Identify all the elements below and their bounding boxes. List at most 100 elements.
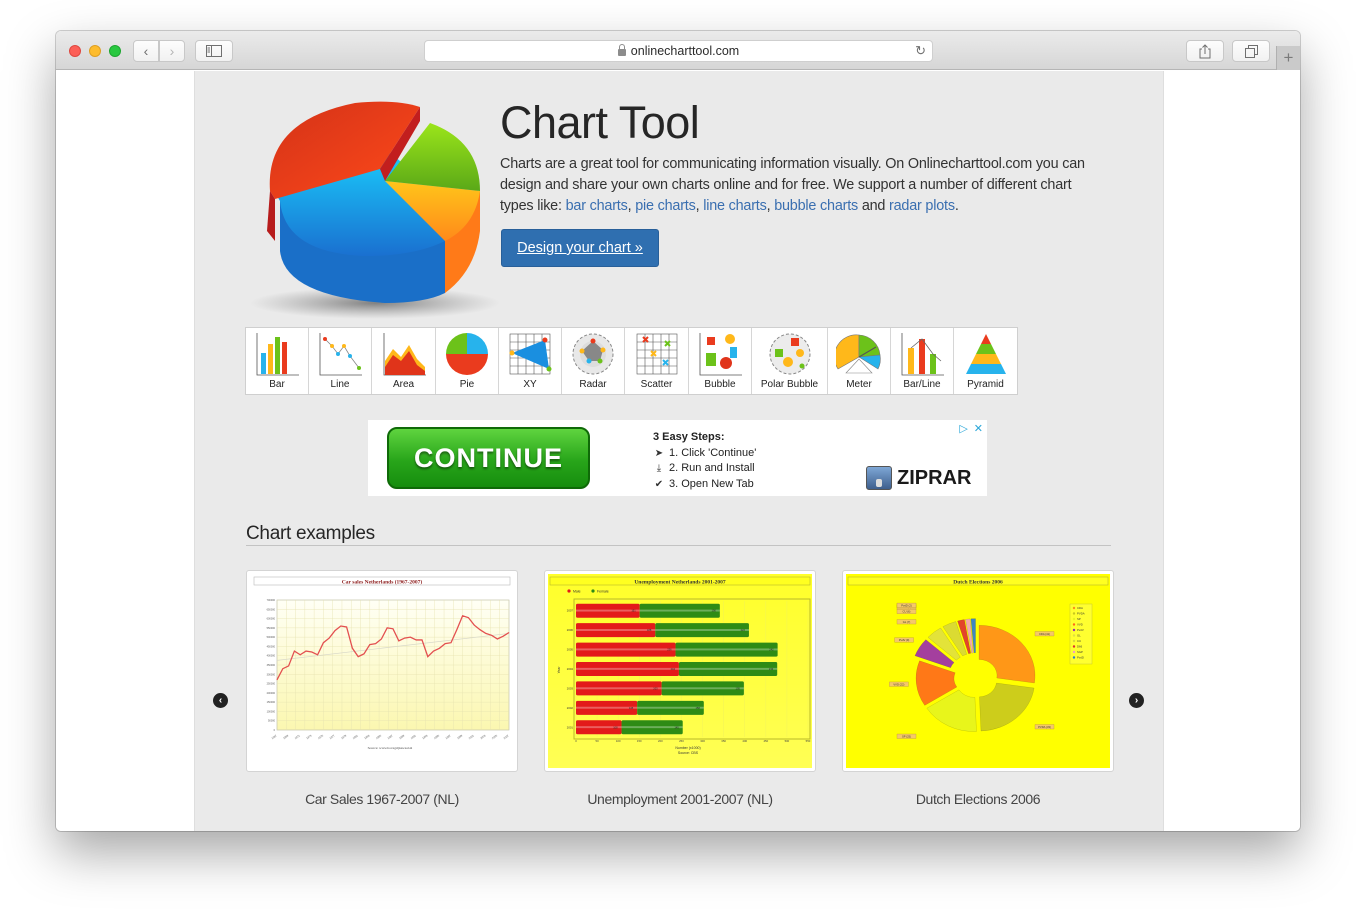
browser-window: ‹ › onlinecharttool.com ↻ + Chart Tool C… xyxy=(56,31,1300,831)
sidebar-toggle-button[interactable] xyxy=(195,40,233,62)
example-caption[interactable]: Dutch Elections 2006 xyxy=(842,791,1114,807)
y-tick-label: 2004 xyxy=(567,667,574,671)
bar-chart-icon xyxy=(256,333,299,376)
tab-overview-button[interactable] xyxy=(1232,40,1270,62)
data-point xyxy=(323,642,324,644)
data-label: SP (25) xyxy=(902,734,911,738)
x-tick-label: 150 xyxy=(637,739,642,743)
x-tick-label: 350 xyxy=(721,739,726,743)
carousel-prev-button[interactable]: ‹ xyxy=(213,693,228,708)
chart-type-meter[interactable]: Meter xyxy=(828,328,891,394)
maximize-window-button[interactable] xyxy=(109,45,121,57)
example-unemployment[interactable]: Unemployment Netherlands 2001-2007 Male … xyxy=(544,570,816,772)
design-chart-button[interactable]: Design your chart » xyxy=(501,229,659,267)
legend-item: CDA xyxy=(1077,606,1083,610)
carousel-next-button[interactable]: › xyxy=(1129,693,1144,708)
data-label: 145 xyxy=(674,725,679,729)
scatter-chart-icon xyxy=(636,333,677,375)
bar-highlight xyxy=(675,648,778,651)
close-ad-icon[interactable]: ✕ xyxy=(974,422,983,435)
y-tick-label: 200000 xyxy=(267,692,276,695)
y-tick-label: 400000 xyxy=(267,655,276,658)
bubble-charts-link[interactable]: bubble charts xyxy=(774,198,858,214)
pyramid-chart-icon xyxy=(965,334,1006,374)
data-point xyxy=(410,636,411,638)
lock-icon xyxy=(617,43,626,56)
legend-item: PVDA xyxy=(1077,612,1085,616)
new-tab-button[interactable]: + xyxy=(1276,46,1300,70)
chart-type-pyramid[interactable]: Pyramid xyxy=(954,328,1017,394)
chart-type-bar[interactable]: Bar xyxy=(246,328,309,394)
example-caption[interactable]: Unemployment 2001-2007 (NL) xyxy=(544,791,816,807)
data-point xyxy=(485,633,487,634)
legend-item: GL xyxy=(1077,634,1081,638)
legend-male: Male xyxy=(573,589,581,593)
example-caption[interactable]: Car Sales 1967-2007 (NL) xyxy=(246,791,518,807)
data-point xyxy=(404,637,405,639)
x-tick-label: 200 xyxy=(658,739,663,743)
pie-chart-logo xyxy=(250,101,500,319)
data-point xyxy=(288,665,289,667)
chart-type-bubble[interactable]: Bubble xyxy=(689,328,752,394)
legend-swatch xyxy=(1072,634,1076,637)
unemployment-bar-chart: Unemployment Netherlands 2001-2007 Male … xyxy=(548,574,812,768)
pie-charts-link[interactable]: pie charts xyxy=(635,198,696,214)
x-tick-label: 250 xyxy=(679,739,684,743)
y-tick-label: 550000 xyxy=(267,627,276,630)
chart-type-line[interactable]: Line xyxy=(309,328,372,394)
y-tick-label: 2003 xyxy=(567,686,574,690)
y-tick-label: 2007 xyxy=(567,609,574,613)
minimize-window-button[interactable] xyxy=(89,45,101,57)
data-point xyxy=(392,628,394,630)
data-point xyxy=(375,643,376,644)
chart-type-polar-bubble[interactable]: Polar Bubble xyxy=(752,328,828,394)
data-point xyxy=(334,630,336,631)
data-label: 108 xyxy=(613,725,618,729)
forward-button[interactable]: › xyxy=(159,40,185,62)
advertisement-banner[interactable]: CONTINUE 3 Easy Steps: ➤ 1. Click 'Contin… xyxy=(368,420,987,496)
chart-type-area[interactable]: Area xyxy=(372,328,436,394)
data-point xyxy=(357,656,359,657)
ad-continue-button[interactable]: CONTINUE xyxy=(387,427,590,489)
archive-icon xyxy=(866,466,892,490)
chart-type-scatter[interactable]: Scatter xyxy=(625,328,689,394)
data-point xyxy=(508,632,510,633)
elections-pie-chart: Dutch Elections 2006 CDAPVDASPVVDPvdVGLC… xyxy=(846,574,1110,768)
legend-item: CU xyxy=(1077,639,1081,643)
chart-type-radar[interactable]: Radar xyxy=(562,328,625,394)
legend-swatch xyxy=(1072,606,1076,610)
data-point xyxy=(276,679,278,681)
chart-type-xy[interactable]: XY xyxy=(499,328,562,394)
data-label: 158 xyxy=(695,706,700,710)
page-viewport: Chart Tool Charts are a great tool for c… xyxy=(56,71,1300,831)
line-charts-link[interactable]: line charts xyxy=(703,198,767,214)
tabs-icon xyxy=(1244,44,1258,58)
data-point xyxy=(346,626,347,628)
x-tick-label: 500 xyxy=(785,739,790,743)
example-car-sales[interactable]: Car sales Netherlands (1967-2007) 700000… xyxy=(246,570,518,772)
y-tick-label: 2006 xyxy=(567,628,574,632)
data-point xyxy=(456,629,458,631)
data-point xyxy=(491,634,492,636)
example-dutch-elections[interactable]: Dutch Elections 2006 CDA PVDA SP VVD PvdV GL C… xyxy=(842,570,1114,772)
adchoices-icon[interactable]: ▷ xyxy=(959,422,967,435)
meter-chart-icon xyxy=(836,334,881,374)
share-button[interactable] xyxy=(1186,40,1224,62)
back-button[interactable]: ‹ xyxy=(133,40,159,62)
data-point xyxy=(415,639,417,641)
sidebar-icon xyxy=(206,45,222,57)
y-tick-label: 2005 xyxy=(567,648,574,652)
bar-highlight xyxy=(576,687,662,690)
chart-type-pie[interactable]: Pie xyxy=(436,328,499,394)
reload-icon[interactable]: ↻ xyxy=(915,43,926,59)
data-point xyxy=(363,653,365,655)
radar-plots-link[interactable]: radar plots xyxy=(889,198,955,214)
close-window-button[interactable] xyxy=(69,45,81,57)
address-bar[interactable]: onlinecharttool.com ↻ xyxy=(424,40,933,62)
chart-type-bar-line[interactable]: Bar/Line xyxy=(891,328,954,394)
bar-charts-link[interactable]: bar charts xyxy=(566,198,628,214)
data-point xyxy=(317,654,318,656)
data-point xyxy=(433,650,434,652)
legend-item: PvdV xyxy=(1077,628,1084,632)
data-point xyxy=(479,629,481,631)
